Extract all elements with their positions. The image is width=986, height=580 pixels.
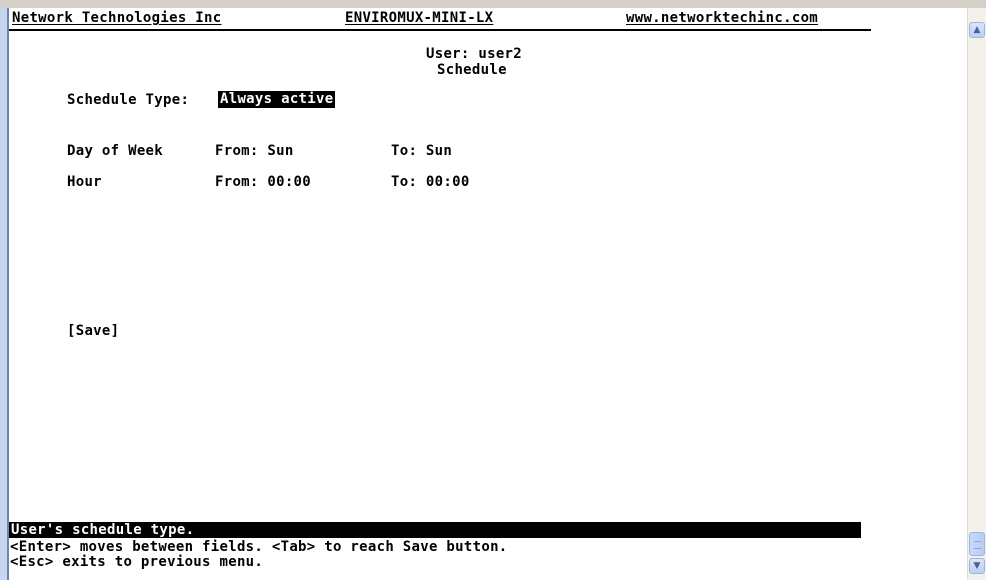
help-line-navigation: <Enter> moves between fields. <Tab> to r…	[10, 539, 508, 555]
window-frame-top	[0, 0, 986, 8]
help-bar: User's schedule type.	[9, 522, 861, 538]
hour-to-field[interactable]: To: 00:00	[391, 174, 470, 190]
user-line: User: user2	[426, 46, 523, 62]
company-name: Network Technologies Inc	[12, 10, 222, 26]
header-divider	[9, 29, 871, 31]
day-to-field[interactable]: To: Sun	[391, 143, 452, 159]
arrow-up-icon: ▲	[973, 25, 981, 35]
day-of-week-label: Day of Week	[67, 143, 164, 159]
window-frame-left	[0, 8, 7, 580]
website-url: www.networktechinc.com	[626, 10, 819, 26]
schedule-type-field[interactable]: Always active	[218, 91, 336, 108]
scroll-up-button[interactable]: ▲	[969, 22, 985, 38]
day-from-field[interactable]: From: Sun	[215, 143, 294, 159]
product-name: ENVIROMUX-MINI-LX	[345, 10, 494, 26]
scrollbar-thumb[interactable]	[969, 532, 985, 556]
field-description: User's schedule type.	[11, 522, 195, 538]
save-button[interactable]: [Save]	[67, 323, 119, 339]
arrow-down-icon: ▼	[973, 561, 981, 571]
terminal-screen[interactable]: Network Technologies Inc ENVIROMUX-MINI-…	[9, 8, 967, 578]
scroll-down-button[interactable]: ▼	[969, 558, 985, 574]
page-title: Schedule	[437, 62, 507, 78]
terminal-header: Network Technologies Inc ENVIROMUX-MINI-…	[9, 8, 871, 30]
help-line-escape: <Esc> exits to previous menu.	[10, 554, 264, 570]
hour-from-field[interactable]: From: 00:00	[215, 174, 311, 190]
hour-label: Hour	[67, 174, 102, 190]
vertical-scrollbar[interactable]: ▲ ▼	[967, 8, 986, 580]
schedule-type-label: Schedule Type:	[67, 92, 190, 108]
